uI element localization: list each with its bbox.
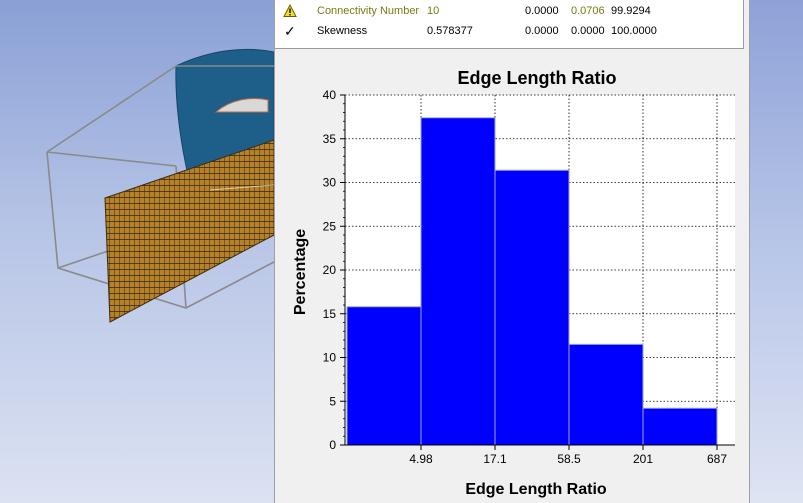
- background-strip: [749, 0, 803, 503]
- y-axis-label: Percentage: [292, 229, 309, 315]
- y-tick-label: 0: [329, 438, 336, 452]
- stat-col2: 0.0000: [571, 25, 605, 37]
- stat-col1: 0.0000: [525, 5, 559, 17]
- chart-title: Edge Length Ratio: [458, 68, 617, 88]
- x-tick-label: 58.5: [557, 452, 581, 466]
- histogram-bar: [568, 343, 644, 446]
- stats-row-connectivity[interactable]: Connectivity Number 10 0.0000 0.0706 99.…: [275, 0, 743, 22]
- mesh-details-panel: Connectivity Number 10 0.0000 0.0706 99.…: [274, 0, 750, 503]
- stat-name: Connectivity Number: [317, 5, 420, 17]
- x-tick-label: 17.1: [483, 452, 507, 466]
- 3d-viewport[interactable]: [0, 0, 274, 503]
- edge-length-ratio-chart: Edge Length Ratio 0 5 10 15 20 25 30 35 40 4.98 1…: [292, 68, 735, 498]
- warning-icon: [283, 0, 297, 22]
- histogram-bar: [494, 169, 570, 446]
- y-tick-label: 20: [323, 263, 337, 277]
- stat-col2: 0.0706: [571, 5, 605, 17]
- stat-col1: 0.0000: [525, 25, 559, 37]
- y-tick-label: 10: [323, 351, 337, 365]
- x-tick-label: 687: [707, 452, 727, 466]
- y-tick-label: 25: [323, 219, 337, 233]
- y-tick-label: 40: [323, 88, 337, 102]
- check-icon: ✓: [284, 23, 296, 39]
- stat-value: 0.578377: [427, 25, 473, 37]
- y-tick-label: 35: [323, 132, 337, 146]
- histogram-bar: [420, 117, 496, 446]
- x-tick-label: 201: [633, 452, 653, 466]
- x-axis-ticks: 4.98 17.1 58.5 201 687: [409, 445, 727, 466]
- stat-col3: 100.0000: [611, 25, 657, 37]
- mesh-statistics-table: Connectivity Number 10 0.0000 0.0706 99.…: [275, 0, 744, 49]
- mesh-geometry: [46, 48, 274, 323]
- stat-value: 10: [427, 5, 440, 17]
- y-tick-label: 5: [329, 394, 336, 408]
- stats-row-skewness[interactable]: ✓ Skewness 0.578377 0.0000 0.0000 100.00…: [275, 20, 743, 42]
- x-axis-label: Edge Length Ratio: [465, 481, 607, 498]
- x-tick-label: 4.98: [409, 452, 433, 466]
- stat-col3: 99.9294: [611, 5, 651, 17]
- histogram-bar: [642, 407, 718, 446]
- y-tick-label: 15: [323, 307, 337, 321]
- histogram-bar: [346, 306, 422, 446]
- y-tick-label: 30: [323, 176, 337, 190]
- stat-name: Skewness: [317, 25, 368, 37]
- y-axis-ticks: 0 5 10 15 20 25 30 35 40: [323, 88, 345, 452]
